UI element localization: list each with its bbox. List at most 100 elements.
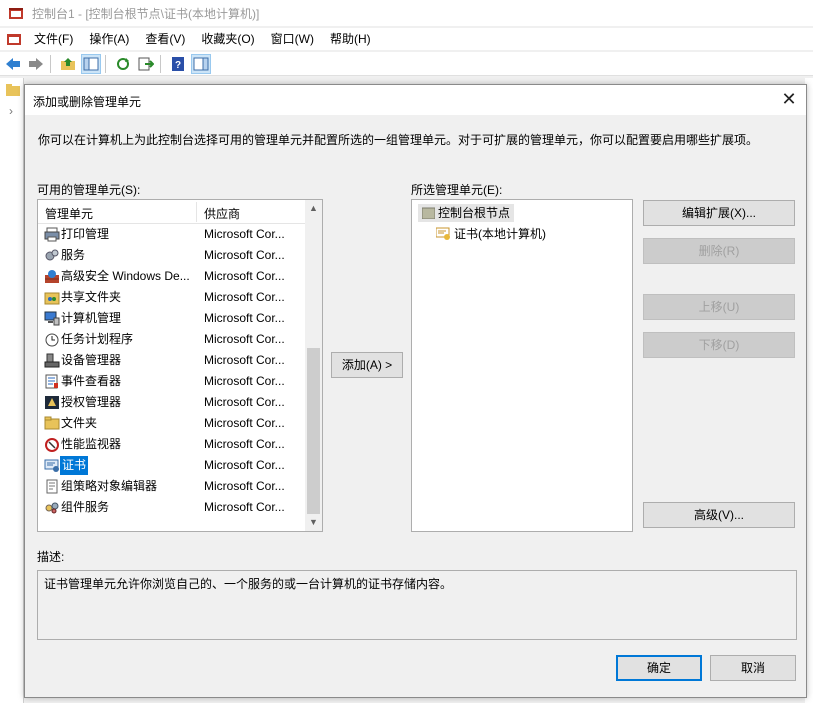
tree-root-node[interactable]: 控制台根节点: [418, 204, 515, 222]
snapin-vendor: Microsoft Cor...: [204, 311, 285, 325]
up-folder-icon[interactable]: [58, 54, 78, 74]
advanced-button[interactable]: 高级(V)...: [643, 502, 795, 528]
snapin-vendor: Microsoft Cor...: [204, 479, 285, 493]
certificate-icon: [436, 227, 451, 241]
computer-management-icon: [44, 311, 60, 326]
snapin-row[interactable]: 高级安全 Windows De... Microsoft Cor...: [38, 266, 306, 287]
refresh-icon[interactable]: [113, 54, 133, 74]
device-manager-icon: [44, 353, 60, 368]
window-title: 控制台1 - [控制台根节点\证书(本地计算机)]: [32, 6, 260, 21]
show-hide-tree-icon[interactable]: [81, 53, 101, 74]
scroll-up-icon[interactable]: ▲: [305, 200, 322, 217]
folder-icon: [44, 416, 60, 431]
selected-snapins-label: 所选管理单元(E):: [411, 183, 503, 197]
snapin-vendor: Microsoft Cor...: [204, 437, 285, 451]
snapin-row[interactable]: 文件夹 Microsoft Cor...: [38, 413, 306, 434]
authorization-icon: [44, 395, 60, 410]
snapin-row[interactable]: 证书 Microsoft Cor...: [38, 455, 306, 476]
snapin-vendor: Microsoft Cor...: [204, 395, 285, 409]
tree-child-node[interactable]: 证书(本地计算机): [436, 225, 546, 243]
console-tree-pane: ›: [0, 78, 24, 703]
chevron-right-icon[interactable]: ›: [9, 104, 13, 118]
menu-favorites[interactable]: 收藏夹(O): [193, 28, 262, 50]
snapin-row[interactable]: 设备管理器 Microsoft Cor...: [38, 350, 306, 371]
available-snapins-list[interactable]: 管理单元 供应商 打印管理 Microsoft Cor... 服务 Microsoft…: [37, 199, 323, 532]
snapin-vendor: Microsoft Cor...: [204, 248, 285, 262]
menu-help[interactable]: 帮助(H): [322, 28, 379, 50]
export-list-icon[interactable]: [136, 54, 156, 74]
snapin-vendor: Microsoft Cor...: [204, 332, 285, 346]
snapin-vendor: Microsoft Cor...: [204, 269, 285, 283]
move-up-button[interactable]: 上移(U): [643, 294, 795, 320]
printer-icon: [44, 227, 60, 242]
remove-button[interactable]: 删除(R): [643, 238, 795, 264]
add-button[interactable]: 添加(A) >: [331, 352, 403, 378]
description-text: 证书管理单元允许你浏览自己的、一个服务的或一台计算机的证书存储内容。: [44, 577, 453, 591]
folder-icon: [422, 207, 435, 219]
column-header-vendor[interactable]: 供应商: [204, 205, 240, 222]
move-down-button[interactable]: 下移(D): [643, 332, 795, 358]
snapin-row[interactable]: 共享文件夹 Microsoft Cor...: [38, 287, 306, 308]
menu-window[interactable]: 窗口(W): [263, 28, 322, 50]
edit-extensions-button[interactable]: 编辑扩展(X)...: [643, 200, 795, 226]
available-snapins-label: 可用的管理单元(S):: [37, 183, 141, 197]
help-icon[interactable]: ?: [168, 54, 188, 74]
snapin-row[interactable]: 任务计划程序 Microsoft Cor...: [38, 329, 306, 350]
snapin-row[interactable]: 服务 Microsoft Cor...: [38, 245, 306, 266]
snapin-row[interactable]: 打印管理 Microsoft Cor...: [38, 224, 306, 245]
add-remove-snapins-dialog: 添加或删除管理单元 ✕ 你可以在计算机上为此控制台选择可用的管理单元并配置所选的…: [24, 84, 807, 698]
snapin-row[interactable]: 授权管理器 Microsoft Cor...: [38, 392, 306, 413]
close-icon[interactable]: ✕: [778, 89, 800, 111]
toolbar-separator: [105, 54, 106, 73]
snapin-name: 高级安全 Windows De...: [61, 269, 190, 283]
menu-bar: 文件(F) 操作(A) 查看(V) 收藏夹(O) 窗口(W) 帮助(H): [0, 28, 813, 50]
selected-snapins-tree[interactable]: 控制台根节点 证书(本地计算机): [411, 199, 633, 532]
column-separator[interactable]: [196, 202, 197, 222]
snapin-row[interactable]: 组件服务 Microsoft Cor...: [38, 497, 306, 518]
snapin-name: 性能监视器: [61, 437, 122, 451]
list-header: 管理单元 供应商: [38, 200, 306, 224]
snapin-vendor: Microsoft Cor...: [204, 500, 285, 514]
scroll-thumb[interactable]: [307, 348, 320, 514]
menu-view[interactable]: 查看(V): [137, 28, 193, 50]
mmc-app-icon: [8, 6, 24, 20]
snapin-name: 任务计划程序: [61, 332, 134, 346]
snapin-row[interactable]: 组策略对象编辑器 Microsoft Cor...: [38, 476, 306, 497]
menu-file[interactable]: 文件(F): [26, 28, 81, 50]
scroll-down-icon[interactable]: ▼: [305, 514, 322, 531]
vertical-scrollbar[interactable]: ▲ ▼: [305, 200, 322, 531]
snapin-row[interactable]: 事件查看器 Microsoft Cor...: [38, 371, 306, 392]
back-arrow-icon[interactable]: [3, 54, 23, 74]
menu-action[interactable]: 操作(A): [81, 28, 137, 50]
description-box: 证书管理单元允许你浏览自己的、一个服务的或一台计算机的证书存储内容。: [37, 570, 797, 640]
snapin-vendor: Microsoft Cor...: [204, 458, 285, 472]
mmc-menu-icon[interactable]: [6, 32, 22, 46]
snapin-name: 证书: [60, 456, 89, 475]
cancel-button[interactable]: 取消: [710, 655, 796, 681]
snapin-row[interactable]: 性能监视器 Microsoft Cor...: [38, 434, 306, 455]
tree-root-label: 控制台根节点: [438, 206, 511, 220]
snapin-rows: 打印管理 Microsoft Cor... 服务 Microsoft Cor... 高级…: [38, 224, 306, 518]
dialog-description: 你可以在计算机上为此控制台选择可用的管理单元并配置所选的一组管理单元。对于可扩展…: [38, 133, 759, 147]
folder-icon: [6, 84, 20, 96]
snapin-vendor: Microsoft Cor...: [204, 353, 285, 367]
snapin-vendor: Microsoft Cor...: [204, 416, 285, 430]
snapin-vendor: Microsoft Cor...: [204, 374, 285, 388]
description-label: 描述:: [37, 550, 65, 564]
snapin-row[interactable]: 计算机管理 Microsoft Cor...: [38, 308, 306, 329]
event-viewer-icon: [44, 374, 60, 389]
snapin-name: 设备管理器: [61, 353, 122, 367]
snapin-name: 组策略对象编辑器: [61, 479, 158, 493]
policy-icon: [44, 479, 60, 494]
snapin-vendor: Microsoft Cor...: [204, 290, 285, 304]
action-pane-icon[interactable]: [191, 53, 211, 74]
component-services-icon: [44, 500, 60, 515]
svg-text:?: ?: [175, 60, 181, 71]
snapin-name: 文件夹: [61, 416, 98, 430]
performance-icon: [44, 437, 60, 452]
certificate-icon: [44, 458, 60, 473]
column-header-snapin[interactable]: 管理单元: [45, 205, 93, 222]
ok-button[interactable]: 确定: [616, 655, 702, 681]
forward-arrow-icon[interactable]: [26, 54, 46, 74]
snapin-name: 组件服务: [61, 500, 110, 514]
